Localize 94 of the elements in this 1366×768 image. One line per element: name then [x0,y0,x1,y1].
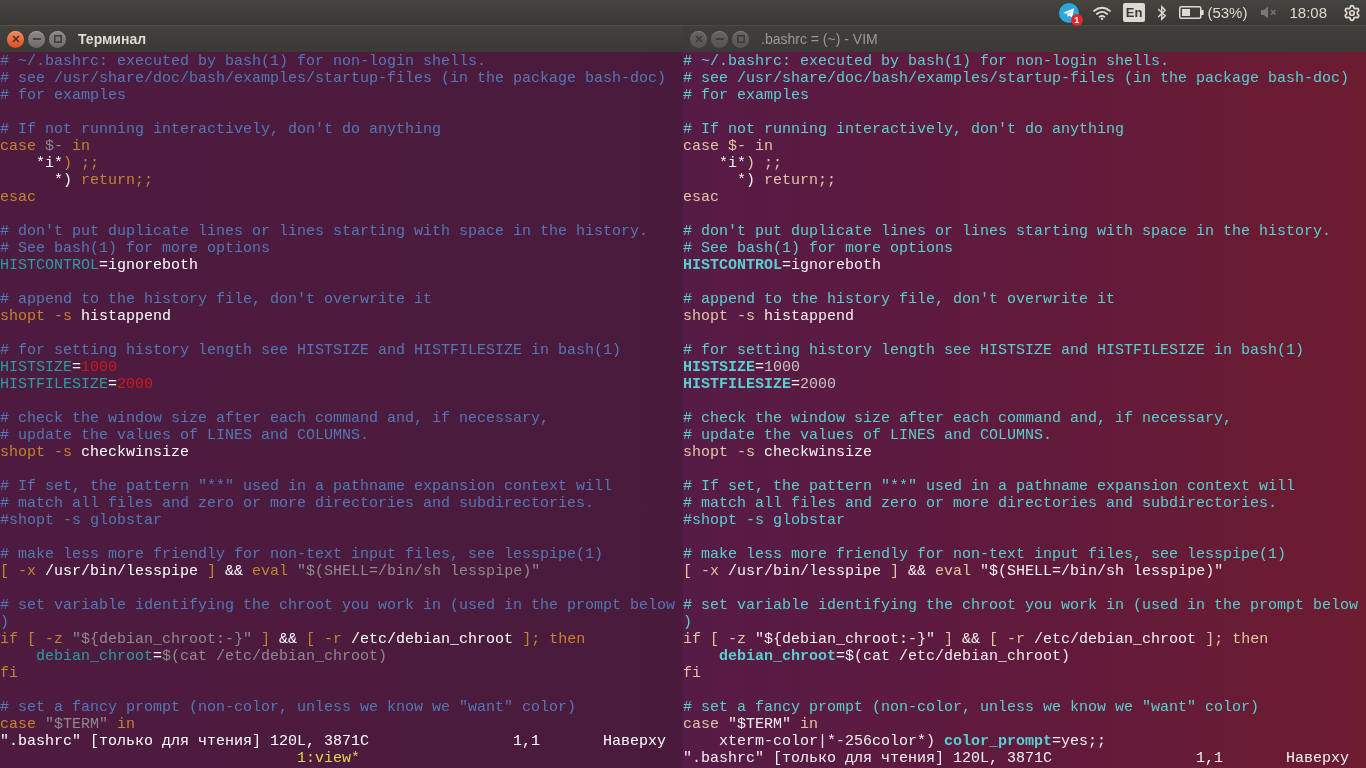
code-line: HISTSIZE=1000 [683,359,801,376]
code-line: *i*) ;; [35,155,100,172]
editor-pane[interactable] [683,52,1366,768]
code-line: *i*) ;; [718,155,783,172]
code-line: # update the values of LINES and COLUMNS. [683,427,1053,444]
window-title: .bashrc = (~) - VIM [761,31,878,47]
code-line: # set variable identifying the chroot you work in (used in the prompt below [683,597,1359,614]
maximize-button[interactable] [732,30,749,48]
code-line: fi [683,665,701,682]
code-line: esac [0,189,36,206]
code-line: #shopt -s globstar [0,512,163,529]
code-line: # ~/.bashrc: executed by bash(1) for non-login shells. [0,53,487,70]
code-line: HISTFILESIZE=2000 [0,376,154,393]
code-line: shopt -s histappend [683,308,855,325]
code-line: # make less more friendly for non-text input files, see lesspipe(1) [0,546,604,563]
code-line: ) [683,614,692,631]
speaker-muted-icon[interactable] [1261,6,1278,19]
code-line: # set a fancy prompt (non-color, unless we know we "want" color) [0,699,577,716]
code-line: shopt -s checkwinsize [683,444,873,461]
code-line: # make less more friendly for non-text input files, see lesspipe(1) [683,546,1287,563]
maximize-icon [53,35,62,43]
close-icon [694,35,703,43]
code-line: # check the window size after each command and, if necessary, [0,410,550,427]
cursor-position: 1,1 [1196,750,1224,767]
code-line: # If not running interactively, don't do anything [683,121,1125,138]
code-line: # match all files and zero or more directories and subdirectories. [0,495,595,512]
code-line: # update the values of LINES and COLUMNS. [0,427,370,444]
close-button[interactable] [690,30,707,48]
code-line: # If set, the pattern "**" used in a pathname expansion context will [0,478,613,495]
code-line: esac [683,189,719,206]
code-line: HISTSIZE=1000 [0,359,118,376]
code-line: # for examples [683,87,810,104]
close-icon [11,35,20,43]
code-line: # append to the history file, don't overwrite it [0,291,433,308]
code-line: # set a fancy prompt (non-color, unless we know we "want" color) [683,699,1260,716]
code-line: debian_chroot=$(cat /etc/debian_chroot) [35,648,388,665]
gear-icon[interactable] [1343,3,1361,22]
code-line: HISTCONTROL=ignoreboth [683,257,882,274]
minimize-icon [32,38,41,40]
code-line: shopt -s histappend [0,308,172,325]
code-line: *) return;; [53,172,154,189]
scroll-position: Наверху [603,733,667,750]
code-line: # If not running interactively, don't do anything [0,121,442,138]
code-line: xterm-color|*-256color*) color_prompt=yes;; [718,733,1107,750]
battery-percentage: (53%) [1207,3,1248,22]
status-message: ".bashrc" [только для чтения] 120L, 3871C [0,733,370,750]
keyboard-layout-indicator[interactable]: En [1122,3,1146,22]
code-line: # match all files and zero or more directories and subdirectories. [683,495,1278,512]
code-line: # for setting history length see HISTSIZE and HISTFILESIZE in bash(1) [0,342,622,359]
code-line: # for setting history length see HISTSIZE and HISTFILESIZE in bash(1) [683,342,1305,359]
wifi-icon[interactable] [1092,5,1111,20]
code-line: fi [0,665,18,682]
code-line: ) [0,614,9,631]
terminal-pane[interactable] [0,52,683,768]
status-message: ".bashrc" [только для чтения] 120L, 3871C [683,750,1053,767]
code-line: # set variable identifying the chroot you work in (used in the prompt below [0,597,676,614]
code-line: # see /usr/share/doc/bash/examples/startup-files (in the package bash-doc) [683,70,1350,87]
session-tab-label[interactable]: 1:view* [297,750,361,767]
code-line: case $- in [683,138,774,155]
code-line: case "$TERM" in [0,716,136,733]
code-line: # If set, the pattern "**" used in a pathname expansion context will [683,478,1296,495]
minimize-button[interactable] [28,30,45,48]
minimize-button[interactable] [711,30,728,48]
code-line: [ -x /usr/bin/lesspipe ] && eval "$(SHELL=/bin/sh lesspipe)" [683,563,1224,580]
paper-plane-icon[interactable] [1058,2,1079,23]
code-line: if [ -z "${debian_chroot:-}" ] && [ -r /etc/debian_chroot ]; then [683,631,1269,648]
code-line: # for examples [0,87,127,104]
code-line: #shopt -s globstar [683,512,846,529]
close-button[interactable] [7,30,24,48]
cursor-position: 1,1 [513,733,541,750]
code-line: case "$TERM" in [683,716,819,733]
maximize-icon [736,35,745,43]
code-line: case $- in [0,138,91,155]
code-line: # check the window size after each command and, if necessary, [683,410,1233,427]
window-title: Терминал [78,31,147,47]
code-line: HISTCONTROL=ignoreboth [0,257,199,274]
battery-icon[interactable] [1179,6,1205,19]
code-line: # append to the history file, don't overwrite it [683,291,1116,308]
code-line: # don't put duplicate lines or lines starting with space in the history. [683,223,1332,240]
code-line: # see /usr/share/doc/bash/examples/startup-files (in the package bash-doc) [0,70,667,87]
code-line: # See bash(1) for more options [683,240,954,257]
code-line: *) return;; [736,172,837,189]
code-line: if [ -z "${debian_chroot:-}" ] && [ -r /etc/debian_chroot ]; then [0,631,586,648]
code-line: # See bash(1) for more options [0,240,271,257]
maximize-button[interactable] [49,30,66,48]
bluetooth-icon[interactable] [1157,3,1168,22]
scroll-position: Наверху [1286,750,1350,767]
code-line: # don't put duplicate lines or lines starting with space in the history. [0,223,649,240]
clock[interactable]: 18:08 [1289,3,1327,22]
code-line: shopt -s checkwinsize [0,444,190,461]
code-line: HISTFILESIZE=2000 [683,376,837,393]
code-line: # ~/.bashrc: executed by bash(1) for non-login shells. [683,53,1170,70]
code-line: [ -x /usr/bin/lesspipe ] && eval "$(SHELL=/bin/sh lesspipe)" [0,563,541,580]
code-line: debian_chroot=$(cat /etc/debian_chroot) [718,648,1071,665]
